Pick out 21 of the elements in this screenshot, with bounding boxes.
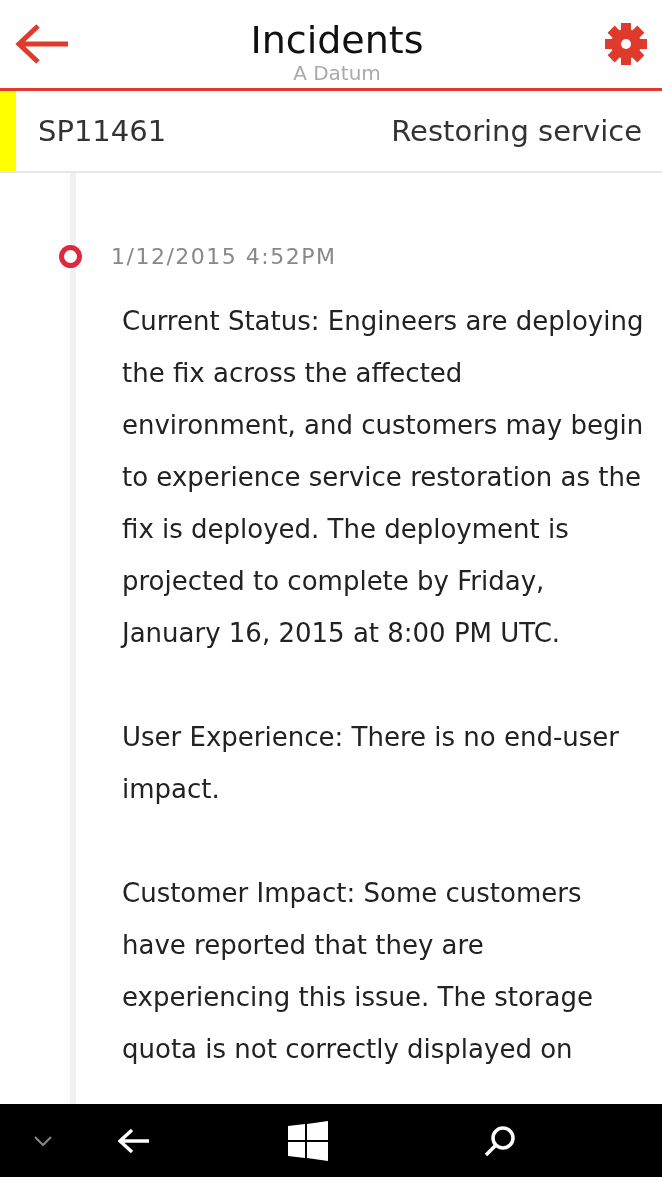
update-paragraph: User Experience: There is no end-user impact. (122, 721, 621, 806)
update-time: 1/12/2015 4:52PM (111, 243, 337, 269)
back-button[interactable] (14, 22, 70, 66)
start-button[interactable] (288, 1120, 328, 1161)
search-icon (484, 1124, 516, 1157)
nav-back-button[interactable] (118, 1127, 150, 1154)
page-subtitle: A Datum (293, 62, 381, 84)
search-button[interactable] (484, 1124, 516, 1157)
back-arrow-icon (118, 1127, 150, 1154)
incident-id: SP11461 (38, 114, 168, 148)
windows-logo-icon (288, 1120, 328, 1161)
settings-icon (604, 22, 648, 66)
page-title: Incidents (250, 18, 424, 62)
expand-button[interactable] (34, 1134, 52, 1147)
update-paragraph: Customer Impact: Some customers have reported that they are experiencing this issue. The storage quota is not correctly displayed on (122, 877, 594, 1066)
timeline-dot (59, 244, 82, 268)
incident-status: Restoring service (391, 114, 642, 148)
update-paragraph: Current Status: Engineers are deploying the fix across the affected environment, and customers may begin to experience service restoration as the fix is deployed. The deployment is projected to complete by Friday, January 16, 2015 at 8:00 PM UTC. (122, 305, 644, 650)
settings-button[interactable] (604, 22, 648, 66)
back-arrow-icon (14, 22, 70, 66)
chevron-down-icon (34, 1134, 52, 1147)
